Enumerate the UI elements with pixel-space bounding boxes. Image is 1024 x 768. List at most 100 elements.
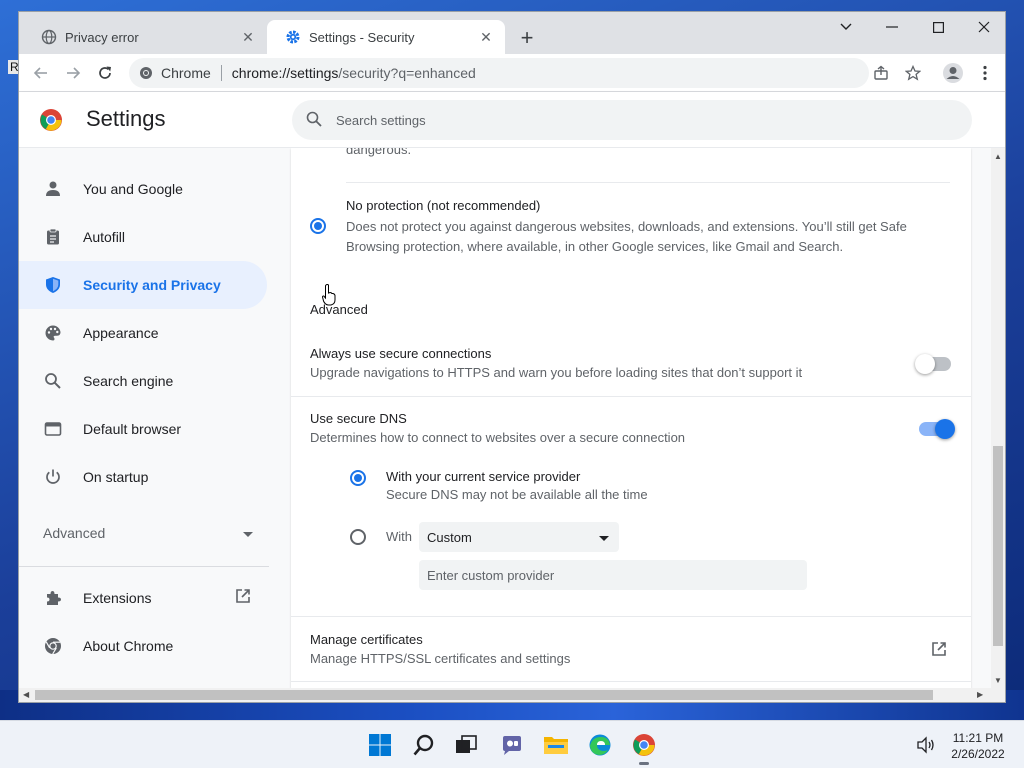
volume-icon[interactable] <box>916 735 936 755</box>
no-protection-radio[interactable] <box>310 218 326 234</box>
sidebar-item-label: You and Google <box>83 181 183 197</box>
current-provider-title: With your current service provider <box>386 469 581 484</box>
manage-certificates-desc: Manage HTTPS/SSL certificates and settin… <box>310 651 571 666</box>
custom-provider-select-value: Custom <box>427 529 472 545</box>
custom-provider-label: With <box>386 529 412 544</box>
custom-provider-input[interactable] <box>419 560 807 590</box>
sidebar-item-security-and-privacy[interactable]: Security and Privacy <box>19 261 267 309</box>
close-window-button[interactable] <box>961 12 1005 42</box>
reload-button[interactable] <box>91 59 119 87</box>
url-text[interactable]: chrome://settings/security?q=enhanced <box>232 65 476 81</box>
sidebar-item-on-startup[interactable]: On startup <box>19 453 267 501</box>
secure-connections-row[interactable]: Always use secure connections Upgrade na… <box>310 346 870 383</box>
external-link-icon[interactable] <box>931 641 947 662</box>
scroll-right-arrow-icon[interactable]: ▶ <box>977 690 983 699</box>
profile-avatar[interactable] <box>939 59 967 87</box>
sidebar-item-autofill[interactable]: Autofill <box>19 213 267 261</box>
scrollbar-thumb[interactable] <box>993 446 1003 646</box>
external-link-icon <box>235 588 251 607</box>
no-protection-desc-line2: Browsing protection, where available, in… <box>346 239 844 254</box>
sidebar-item-label: Security and Privacy <box>83 277 221 293</box>
current-provider-radio[interactable] <box>350 470 366 486</box>
clock-date: 2/26/2022 <box>951 747 1005 761</box>
secure-connections-toggle[interactable] <box>915 354 951 374</box>
scroll-down-arrow-icon[interactable]: ▼ <box>994 676 1002 685</box>
horizontal-scrollbar[interactable]: ◀ ▶ <box>19 688 1005 702</box>
sidebar-item-label: Extensions <box>83 590 152 606</box>
sidebar-item-about-chrome[interactable]: About Chrome <box>19 622 267 670</box>
minimize-button[interactable] <box>869 12 915 42</box>
close-icon[interactable]: ✕ <box>239 28 257 46</box>
omnibox-divider <box>220 65 222 81</box>
search-icon <box>43 371 63 391</box>
forward-button[interactable] <box>59 59 87 87</box>
secure-dns-row[interactable]: Use secure DNS Determines how to connect… <box>310 411 870 448</box>
sidebar-item-you-and-google[interactable]: You and Google <box>19 165 267 213</box>
share-icon[interactable] <box>867 59 895 87</box>
more-menu-icon[interactable] <box>971 59 999 87</box>
no-protection-title: No protection (not recommended) <box>346 198 541 213</box>
caret-down-icon <box>599 530 609 545</box>
back-button[interactable] <box>27 59 55 87</box>
taskbar-search-icon[interactable] <box>408 729 440 761</box>
custom-provider-select[interactable]: Custom <box>419 522 619 552</box>
url-host: chrome://settings <box>231 65 339 81</box>
no-protection-desc-line1: Does not protect you against dangerous w… <box>346 219 907 234</box>
settings-header: Settings <box>19 92 1005 148</box>
maximize-button[interactable] <box>915 12 961 42</box>
new-tab-button[interactable]: + <box>513 24 541 52</box>
current-provider-option[interactable]: With your current service provider Secur… <box>386 469 786 505</box>
task-view-icon[interactable] <box>450 729 482 761</box>
sidebar-advanced-toggle[interactable]: Advanced <box>43 525 253 541</box>
secure-dns-desc: Determines how to connect to websites ov… <box>310 430 686 445</box>
sidebar-item-label: Search engine <box>83 373 174 389</box>
site-chip[interactable]: Chrome <box>139 65 211 81</box>
site-chip-label: Chrome <box>161 65 211 81</box>
edge-browser-icon[interactable] <box>584 729 616 761</box>
settings-search[interactable] <box>292 100 972 140</box>
chrome-logo-icon <box>39 108 63 132</box>
sidebar-item-appearance[interactable]: Appearance <box>19 309 267 357</box>
search-input[interactable] <box>336 112 936 128</box>
custom-provider-radio[interactable] <box>350 529 366 545</box>
windows-taskbar: 11:21 PM 2/26/2022 <box>0 720 1024 768</box>
puzzle-icon <box>43 588 63 608</box>
tab-privacy-error[interactable]: Privacy error ✕ <box>23 20 267 54</box>
sidebar-item-default-browser[interactable]: Default browser <box>19 405 267 453</box>
browser-window-icon <box>43 419 63 439</box>
divider <box>291 681 971 682</box>
file-explorer-icon[interactable] <box>540 729 572 761</box>
close-icon[interactable]: ✕ <box>477 28 495 46</box>
windows-start-icon[interactable] <box>364 729 396 761</box>
chrome-icon <box>139 66 153 80</box>
chat-icon[interactable] <box>496 729 528 761</box>
secure-dns-toggle[interactable] <box>919 419 955 439</box>
page-title: Settings <box>86 106 166 131</box>
sidebar-item-extensions[interactable]: Extensions <box>19 574 267 622</box>
secure-connections-desc: Upgrade navigations to HTTPS and warn yo… <box>310 365 803 380</box>
divider <box>291 396 971 397</box>
tab-search-chevron-icon[interactable] <box>823 12 869 42</box>
vertical-scrollbar[interactable]: ▲ ▼ <box>991 148 1005 688</box>
caret-down-icon <box>243 525 253 541</box>
sidebar-item-label: About Chrome <box>83 638 174 654</box>
search-icon <box>306 111 322 130</box>
scrollbar-thumb[interactable] <box>35 690 933 700</box>
globe-icon <box>41 29 57 45</box>
scroll-left-arrow-icon[interactable]: ◀ <box>23 690 29 699</box>
manage-certificates-row[interactable]: Manage certificates Manage HTTPS/SSL cer… <box>310 632 870 669</box>
secure-dns-title: Use secure DNS <box>310 411 407 426</box>
security-settings-card: dangerous. No protection (not recommende… <box>291 148 971 688</box>
address-bar[interactable]: Chrome chrome://settings/security?q=enha… <box>129 58 869 88</box>
chrome-taskbar-icon[interactable] <box>628 729 660 765</box>
sidebar-item-search-engine[interactable]: Search engine <box>19 357 267 405</box>
bookmark-star-icon[interactable] <box>899 59 927 87</box>
no-protection-option[interactable]: No protection (not recommended) Does not… <box>346 198 946 257</box>
settings-page: You and Google Autofill Security and Pri… <box>19 148 1005 688</box>
tab-strip: Privacy error ✕ Settings - Security ✕ + <box>19 12 1005 54</box>
tab-settings-security[interactable]: Settings - Security ✕ <box>267 20 505 54</box>
system-clock[interactable]: 11:21 PM 2/26/2022 <box>944 730 1012 762</box>
scroll-up-arrow-icon[interactable]: ▲ <box>994 152 1002 161</box>
manage-certificates-title: Manage certificates <box>310 632 423 647</box>
palette-icon <box>43 323 63 343</box>
